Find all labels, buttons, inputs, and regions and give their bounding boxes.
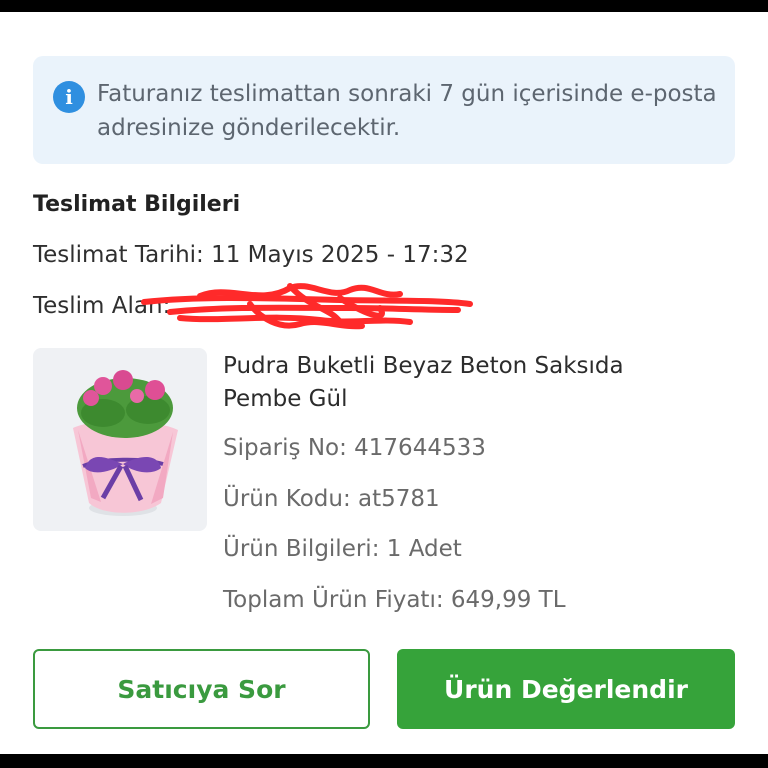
invoice-info-banner: i Faturanız teslimattan sonraki 7 gün iç… [33, 56, 735, 164]
ask-seller-button[interactable]: Satıcıya Sor [33, 649, 370, 729]
order-number: Sipariş No: 417644533 [223, 435, 486, 461]
order-detail-screen: i Faturanız teslimattan sonraki 7 gün iç… [0, 12, 768, 754]
info-icon: i [53, 81, 85, 113]
product-code: Ürün Kodu: at5781 [223, 486, 440, 512]
total-price: Toplam Ürün Fiyatı: 649,99 TL [223, 587, 566, 613]
product-quantity: Ürün Bilgileri: 1 Adet [223, 536, 462, 562]
product-title[interactable]: Pudra Buketli Beyaz Beton Saksıda Pembe … [223, 350, 663, 416]
product-image[interactable] [33, 348, 207, 531]
delivery-date: Teslimat Tarihi: 11 Mayıs 2025 - 17:32 [33, 242, 469, 268]
rose-bouquet-image [73, 370, 178, 516]
delivery-section-title: Teslimat Bilgileri [33, 192, 241, 217]
invoice-info-text: Faturanız teslimattan sonraki 7 gün içer… [97, 81, 717, 141]
redaction-scribble [141, 283, 473, 330]
rate-product-button[interactable]: Ürün Değerlendir [397, 649, 735, 729]
